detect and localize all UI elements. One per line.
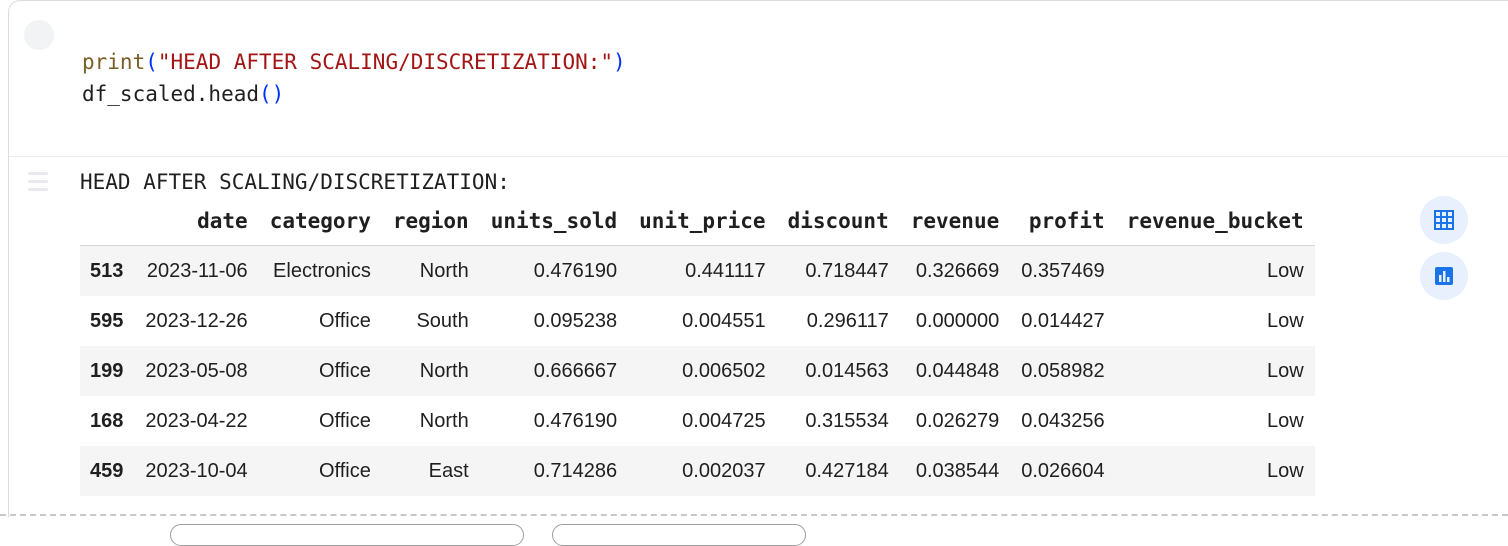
bar-chart-icon	[1435, 267, 1453, 285]
row-index: 595	[90, 309, 124, 332]
column-header: units_sold	[479, 196, 629, 246]
stdout-text: HEAD AFTER SCALING/DISCRETIZATION:	[80, 170, 510, 194]
table-cell: 0.714286	[533, 459, 618, 482]
code-line2-object: df_scaled.head	[82, 82, 260, 106]
row-index: 513	[90, 259, 124, 282]
table-cell: Low	[1266, 309, 1304, 332]
table-cell: 0.026279	[915, 409, 1000, 432]
table-cell: Low	[1266, 259, 1304, 282]
row-index: 459	[90, 459, 124, 482]
table-cell: South	[416, 309, 469, 332]
table-cell: Electronics	[273, 259, 371, 282]
table-cell: Low	[1266, 459, 1304, 482]
table-cell: Office	[318, 309, 371, 332]
dataframe-table: date category region units_sold unit_pri…	[80, 196, 1315, 496]
table-cell: 0.014563	[805, 359, 889, 382]
table-cell: 0.326669	[915, 259, 1000, 282]
table-cell: 0.004725	[682, 409, 766, 432]
code-string-literal: "HEAD AFTER SCALING/DISCRETIZATION:"	[157, 50, 614, 74]
table-cell: 0.000000	[915, 309, 1000, 332]
column-header: unit_price	[628, 196, 777, 246]
code-open-paren: (	[145, 50, 158, 74]
code-close-paren: )	[613, 50, 626, 74]
table-cell: 0.038544	[915, 459, 1000, 482]
table-cell: 0.666667	[533, 359, 618, 382]
column-header: category	[258, 196, 382, 246]
table-row: 595 2023-12-26 Office South 0.095238 0.0…	[80, 296, 1315, 346]
run-cell-button[interactable]	[24, 20, 54, 50]
column-header: date	[134, 196, 259, 246]
table-cell: 0.043256	[1021, 409, 1105, 432]
table-cell: 0.095238	[533, 309, 618, 332]
row-index: 168	[90, 409, 124, 432]
column-header: profit	[1010, 196, 1116, 246]
table-cell: Office	[318, 459, 371, 482]
table-cell: 0.014427	[1021, 309, 1105, 332]
table-cell: 0.718447	[805, 259, 889, 282]
table-cell: East	[428, 459, 469, 482]
table-row: 459 2023-10-04 Office East 0.714286 0.00…	[80, 446, 1315, 496]
table-row: 168 2023-04-22 Office North 0.476190 0.0…	[80, 396, 1315, 446]
code-print-fn: print	[82, 50, 146, 74]
table-cell: 2023-04-22	[145, 409, 248, 432]
column-header: revenue	[899, 196, 1011, 246]
table-cell: 0.004551	[682, 309, 766, 332]
table-cell: 0.476190	[533, 409, 618, 432]
code-editor[interactable]: print("HEAD AFTER SCALING/DISCRETIZATION…	[82, 46, 626, 110]
table-cell: Office	[318, 359, 371, 382]
table-row: 513 2023-11-06 Electronics North 0.47619…	[80, 245, 1315, 296]
row-index: 199	[90, 359, 124, 382]
table-cell: 0.044848	[915, 359, 1000, 382]
table-cell: 0.296117	[806, 309, 889, 332]
table-cell: 0.006502	[682, 359, 766, 382]
convert-to-interactive-table-button[interactable]	[1420, 196, 1468, 244]
suggest-charts-button[interactable]	[1420, 252, 1468, 300]
table-cell: 2023-11-06	[146, 259, 248, 282]
table-cell: 0.026604	[1021, 459, 1105, 482]
table-cell: 0.357469	[1021, 259, 1105, 282]
table-cell: North	[419, 359, 469, 382]
code-line2-parens: ()	[259, 82, 285, 106]
table-icon	[1434, 210, 1454, 230]
table-cell: Low	[1266, 409, 1304, 432]
table-cell: 2023-12-26	[145, 309, 248, 332]
table-row: 199 2023-05-08 Office North 0.666667 0.0…	[80, 346, 1315, 396]
table-cell: Low	[1266, 359, 1304, 382]
table-cell: 0.441117	[685, 259, 766, 282]
table-cell: North	[419, 259, 469, 282]
table-cell: 0.058982	[1021, 359, 1105, 382]
column-header	[80, 196, 135, 246]
output-divider	[9, 156, 1508, 157]
column-header: revenue_bucket	[1115, 196, 1315, 246]
table-cell: 2023-10-04	[145, 459, 248, 482]
add-code-cell-button[interactable]	[170, 524, 524, 546]
column-header: discount	[776, 196, 900, 246]
cell-boundary-divider	[0, 514, 1508, 516]
table-cell: 0.476190	[533, 259, 618, 282]
table-cell: 0.427184	[805, 459, 889, 482]
add-text-cell-button[interactable]	[552, 524, 806, 546]
column-header: region	[381, 196, 480, 246]
table-cell: 0.315534	[805, 409, 889, 432]
table-cell: 0.002037	[682, 459, 766, 482]
table-cell: North	[419, 409, 469, 432]
output-menu-icon[interactable]	[24, 168, 52, 196]
table-header-row: date category region units_sold unit_pri…	[80, 196, 1315, 246]
table-cell: 2023-05-08	[145, 359, 248, 382]
table-cell: Office	[318, 409, 371, 432]
